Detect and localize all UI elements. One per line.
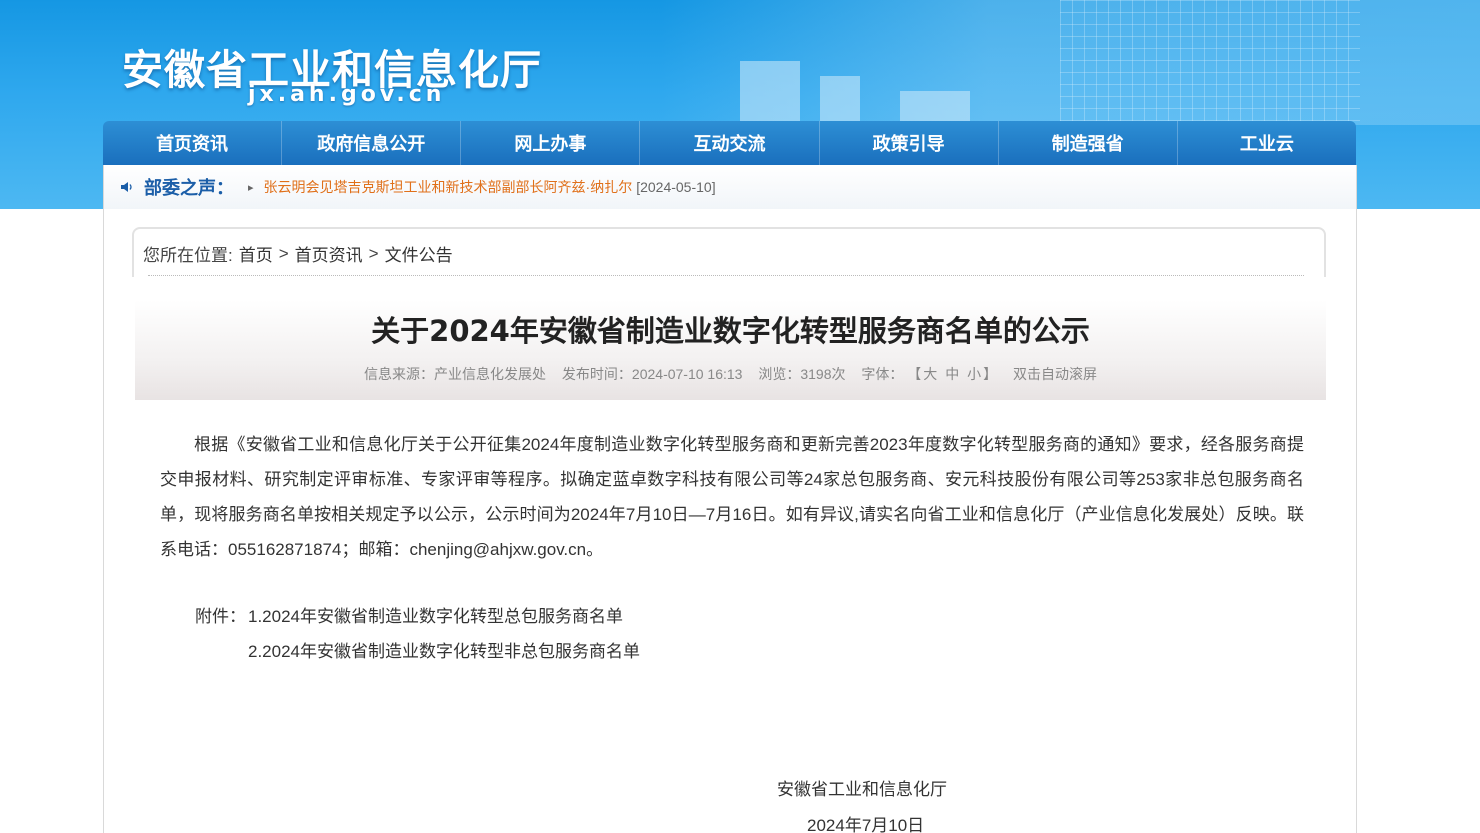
attachments: 附件： 1.2024年安徽省制造业数字化转型总包服务商名单 2.2024年安徽省… bbox=[195, 599, 640, 669]
article-meta: 信息来源：产业信息化发展处 发布时间：2024-07-10 16:13 浏览：3… bbox=[135, 364, 1326, 384]
breadcrumb-announcements[interactable]: 文件公告 bbox=[385, 241, 453, 266]
attachment-link-1[interactable]: 1.2024年安徽省制造业数字化转型总包服务商名单 bbox=[248, 599, 623, 634]
nav-item-industry-cloud[interactable]: 工业云 bbox=[1178, 121, 1356, 165]
ticker-label: 部委之声： bbox=[144, 178, 234, 198]
meta-published: 发布时间：2024-07-10 16:13 bbox=[561, 366, 743, 382]
news-ticker: 部委之声： ▸ 张云明会见塔吉克斯坦工业和新技术部副部长阿齐兹·纳扎尔 [202… bbox=[104, 165, 1356, 209]
font-size-label: 字体： bbox=[861, 366, 904, 382]
attachment-link-2[interactable]: 2.2024年安徽省制造业数字化转型非总包服务商名单 bbox=[248, 634, 640, 669]
nav-item-manufacturing[interactable]: 制造强省 bbox=[999, 121, 1178, 165]
meta-views: 浏览：3198次 bbox=[758, 366, 846, 382]
nav-item-gov-info[interactable]: 政府信息公开 bbox=[282, 121, 462, 165]
font-large-button[interactable]: 大 bbox=[923, 366, 937, 382]
breadcrumb: 您所在位置: 首页 > 首页资讯 > 文件公告 bbox=[143, 241, 453, 266]
attachment-row: 附件： 1.2024年安徽省制造业数字化转型总包服务商名单 bbox=[195, 599, 640, 634]
ticker-date: [2024-05-10] bbox=[636, 179, 716, 195]
bracket-open: 【 bbox=[907, 366, 922, 382]
site-domain: jx.ah.gov.cn bbox=[248, 82, 446, 107]
font-small-button[interactable]: 小 bbox=[967, 366, 981, 382]
banner-building bbox=[740, 61, 800, 121]
signature-date: 2024年7月10日 bbox=[807, 816, 925, 833]
nav-item-home-news[interactable]: 首页资讯 bbox=[103, 121, 283, 165]
font-size-control: 字体： 【大 中 小】 bbox=[861, 366, 997, 382]
font-medium-button[interactable]: 中 bbox=[945, 366, 959, 382]
nav-item-interaction[interactable]: 互动交流 bbox=[640, 121, 820, 165]
nav-item-policy[interactable]: 政策引导 bbox=[820, 121, 999, 165]
breadcrumb-separator: > bbox=[368, 243, 379, 263]
speaker-icon bbox=[120, 180, 134, 194]
content-frame: 部委之声： ▸ 张云明会见塔吉克斯坦工业和新技术部副部长阿齐兹·纳扎尔 [202… bbox=[103, 165, 1357, 833]
banner-building bbox=[820, 76, 860, 121]
signature-org: 安徽省工业和信息化厅 bbox=[777, 780, 947, 799]
attachment-row: 2.2024年安徽省制造业数字化转型非总包服务商名单 bbox=[195, 634, 640, 669]
bracket-close: 】 bbox=[983, 366, 998, 382]
ticker-headline-link[interactable]: 张云明会见塔吉克斯坦工业和新技术部副部长阿齐兹·纳扎尔 bbox=[264, 177, 633, 197]
banner-digital-grid bbox=[1060, 0, 1360, 125]
breadcrumb-home[interactable]: 首页 bbox=[239, 241, 273, 266]
autoscroll-toggle[interactable]: 双击自动滚屏 bbox=[1013, 366, 1097, 382]
breadcrumb-box: 您所在位置: 首页 > 首页资讯 > 文件公告 bbox=[132, 227, 1326, 277]
article-header: 关于2024年安徽省制造业数字化转型服务商名单的公示 信息来源：产业信息化发展处… bbox=[135, 300, 1326, 400]
article-title: 关于2024年安徽省制造业数字化转型服务商名单的公示 bbox=[371, 314, 1090, 348]
meta-source: 信息来源：产业信息化发展处 bbox=[364, 366, 547, 382]
breadcrumb-prefix: 您所在位置: bbox=[143, 246, 233, 265]
breadcrumb-separator: > bbox=[278, 243, 289, 263]
breadcrumb-home-news[interactable]: 首页资讯 bbox=[295, 241, 363, 266]
banner-building bbox=[900, 91, 970, 121]
nav-item-online-services[interactable]: 网上办事 bbox=[461, 121, 641, 165]
breadcrumb-divider bbox=[148, 275, 1304, 276]
chevron-right-icon: ▸ bbox=[248, 181, 254, 194]
attachments-label: 附件： bbox=[195, 607, 246, 626]
article-body: 根据《安徽省工业和信息化厅关于公开征集2024年度制造业数字化转型服务商和更新完… bbox=[160, 435, 1304, 559]
main-nav: 首页资讯 政府信息公开 网上办事 互动交流 政策引导 制造强省 工业云 bbox=[103, 121, 1356, 165]
